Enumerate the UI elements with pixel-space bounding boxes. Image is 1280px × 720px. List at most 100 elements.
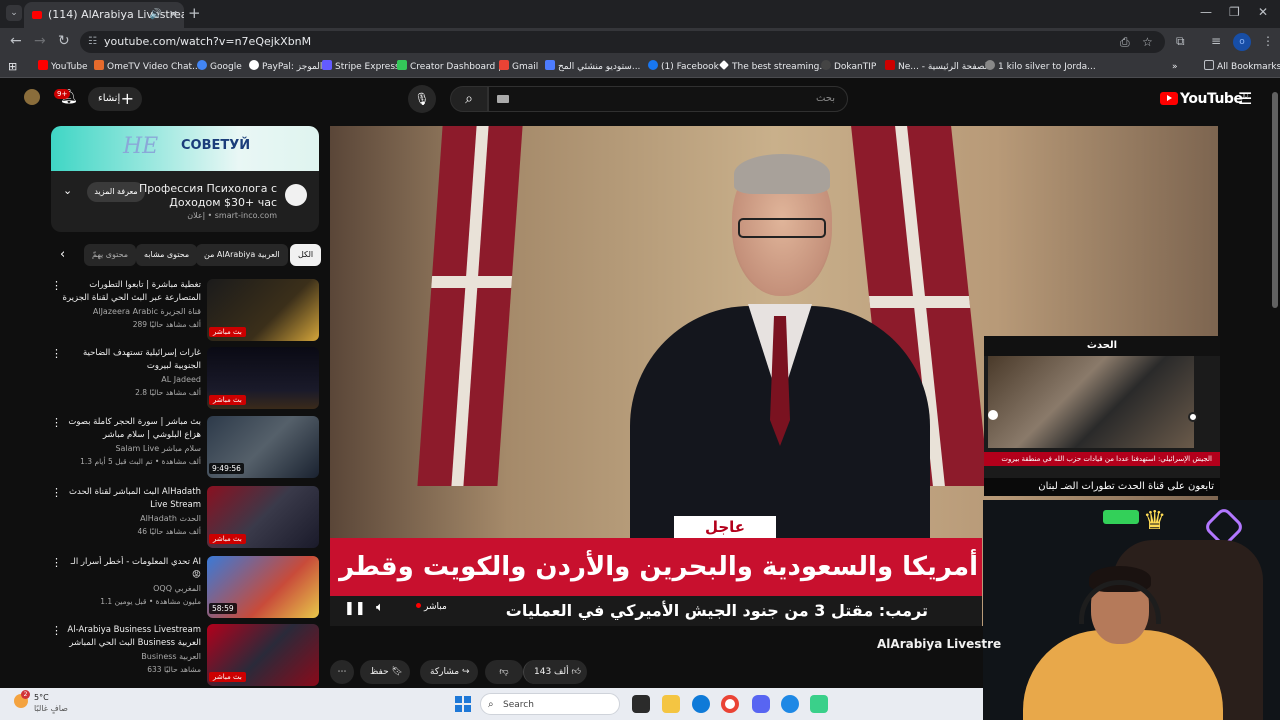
chevron-down-icon[interactable]: ⌄ [63,184,72,197]
speaker-icon[interactable]: 🔊 [150,2,162,28]
thumbnail[interactable]: بث مباشر [207,347,319,409]
reload-icon[interactable]: ↻ [58,33,70,49]
ad-banner[interactable]: HE СОВЕТУЙ [51,126,319,171]
bookmark-gmail[interactable]: Gmail [499,56,538,78]
pip-window[interactable]: الحدث الجيش الإسرائيلي: استهدفنا عددا من… [984,336,1220,496]
scrollbar-thumb[interactable] [1272,92,1278,308]
browser-tab-active[interactable]: (114) AlArabiya Livestream 🔊 ✕ [24,2,184,28]
chevron-left-icon[interactable]: ‹ [60,244,65,266]
thumbnail[interactable]: بث مباشر [207,279,319,341]
app-icon[interactable] [781,695,799,713]
bookmark-paypal[interactable]: PayPal: الموجز [249,56,322,78]
video-title[interactable]: غارات إسرائيلية تستهدف الضاحية الجنوبية … [61,347,201,373]
more-actions-button[interactable]: ⋯ [330,660,354,684]
close-window-icon[interactable]: ✕ [1258,5,1268,19]
bookmark-homepage[interactable]: Ne... - الصفحة الرئيسية [885,56,990,78]
list-item[interactable]: ⋮ تغطية مباشرة | تابعوا التطورات المتصار… [51,279,319,343]
menu-icon[interactable]: ☰ [1238,89,1252,108]
windows-start-icon[interactable] [455,696,471,712]
list-item[interactable]: ⋮ Al-Arabiya Business Livestream البث ال… [51,624,319,688]
thumbnail[interactable]: بث مباشر [207,486,319,548]
channel-name[interactable]: Salam Live سلام مباشر [115,444,201,453]
video-title[interactable]: بث مباشر | سورة الحجر كاملة بصوت هزاع ال… [61,416,201,442]
thumbnail[interactable]: بث مباشر [207,624,319,686]
chip-from-channel[interactable]: من AlArabiya العربية [196,244,288,266]
chrome-icon[interactable] [721,695,739,713]
profile-avatar[interactable]: o [1233,33,1251,51]
obs-icon[interactable] [810,695,828,713]
like-button[interactable]: 143 ألف 👍︎ [523,660,587,684]
search-button[interactable]: ⌕ [450,86,488,112]
site-info-icon[interactable]: ☷ [88,31,97,53]
video-title[interactable]: تحدي المعلومات - أخطر أسرار الـ AI 😡 [61,556,201,582]
bookmark-youtube[interactable]: YouTube [38,56,88,78]
restore-icon[interactable]: ❐ [1229,5,1240,19]
forward-icon[interactable]: → [34,33,46,49]
video-title[interactable]: تغطية مباشرة | تابعوا التطورات المتصارعة… [61,279,201,305]
bookmark-silver[interactable]: 1 kilo silver to Jorda... [985,56,1096,78]
page-scrollbar[interactable] [1270,80,1280,500]
edge-icon[interactable] [692,695,710,713]
video-title[interactable]: البث المباشر لقناة الحدث AlHadath Live S… [61,486,201,512]
minimize-icon[interactable]: — [1200,5,1212,19]
avatar[interactable] [24,89,40,105]
extensions-icon[interactable]: ⧉ [1176,34,1185,49]
pause-button[interactable]: ❚❚ [344,601,366,616]
list-item[interactable]: ⋮ البث المباشر لقناة الحدث AlHadath Live… [51,486,319,550]
bookmark-google[interactable]: Google [197,56,242,78]
share-button[interactable]: مشاركة ↪ [420,660,478,684]
list-item[interactable]: ⋮ غارات إسرائيلية تستهدف الضاحية الجنوبي… [51,347,319,411]
channel-name[interactable]: AlJazeera Arabic قناة الجزيرة [93,307,201,316]
bookmark-dokantip[interactable]: DokanTIP [821,56,876,78]
back-icon[interactable]: ← [10,33,22,49]
install-app-icon[interactable]: ⎙ [1120,31,1130,53]
weather-widget[interactable]: 2 5°C صافٍ غالبًا [14,690,68,714]
all-bookmarks[interactable]: All Bookmarks [1204,56,1280,78]
chip-related[interactable]: محتوى يهمّ [84,244,137,266]
channel-name[interactable]: Business العربية [141,652,201,661]
channel-name[interactable]: AL Jadeed [161,375,201,384]
thumbnail[interactable]: 9:49:56 [207,416,319,478]
task-view-icon[interactable] [632,695,650,713]
pip-play-icon[interactable] [988,410,998,420]
live-indicator[interactable]: مباشر [416,602,447,612]
create-button[interactable]: إنشاء + [88,87,142,111]
dislike-button[interactable]: 👎︎ [485,660,523,684]
channel-name[interactable]: OQQ المغربي [153,584,201,593]
bookmark-facebook[interactable]: (1) Facebook [648,56,719,78]
list-item[interactable]: ⋮ تحدي المعلومات - أخطر أسرار الـ AI 😡 O… [51,556,319,620]
video-title[interactable]: Al-Arabiya Business Livestream البث الحي… [61,624,201,650]
youtube-logo[interactable]: YouTubeJO [1160,91,1248,107]
chip-all[interactable]: الكل [290,244,322,266]
file-explorer-icon[interactable] [662,695,680,713]
tab-search-icon[interactable]: ⌄ [6,5,22,21]
apps-grid-icon[interactable]: ⊞ [8,56,17,78]
taskbar-search[interactable]: ⌕ Search [480,693,620,715]
discord-icon[interactable] [752,695,770,713]
view-count: 46 ألف مشاهد حاليًا [137,527,201,536]
media-control-icon[interactable]: ≡ [1211,34,1221,48]
new-tab-button[interactable]: + [188,4,201,22]
pip-drag-handle[interactable] [1188,412,1198,422]
save-button[interactable]: حفظ 🔖︎ [360,660,410,684]
close-tab-icon[interactable]: ✕ [169,2,178,28]
volume-icon[interactable]: 🔈︎ [376,600,384,615]
bookmark-stripe[interactable]: Stripe Express [322,56,400,78]
bookmark-streaming[interactable]: The best streaming... [719,56,828,78]
bookmark-creator-dashboard[interactable]: Creator Dashboard |... [397,56,510,78]
bookmark-ometv[interactable]: OmeTV Video Chat... [94,56,201,78]
list-item[interactable]: ⋮ بث مباشر | سورة الحجر كاملة بصوت هزاع … [51,416,319,480]
ad-card[interactable]: HE СОВЕТУЙ ⌄ معرفة المزيد Профессия Псих… [51,126,319,232]
ad-title[interactable]: Профессия Психолога с Доходом $30+ час [87,182,277,210]
browser-menu-icon[interactable]: ⋮ [1262,34,1274,48]
thumbnail[interactable]: 58:59 [207,556,319,618]
bookmark-star-icon[interactable]: ☆ [1142,31,1153,53]
chip-similar[interactable]: محتوى مشابه [136,244,198,266]
channel-name[interactable]: AlHadath الحدث [140,514,201,523]
bookmarks-overflow-icon[interactable]: » [1172,56,1178,78]
search-input[interactable]: بحث [488,86,848,112]
bookmark-studio[interactable]: ستوديو منشئي المح... [545,56,640,78]
url-input[interactable]: ☷ youtube.com/watch?v=n7eQejkXbnM ⎙ ☆ [80,31,1165,53]
mic-icon[interactable]: 🎙︎ [408,85,436,113]
keyboard-icon[interactable] [497,95,509,103]
